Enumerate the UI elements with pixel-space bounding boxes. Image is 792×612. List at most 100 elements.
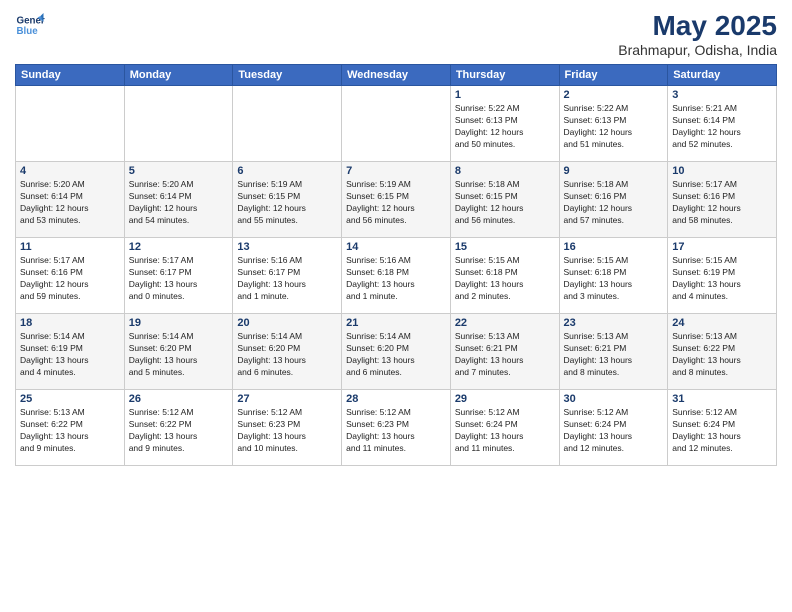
- table-row: [124, 86, 233, 162]
- day-info: Sunrise: 5:16 AM Sunset: 6:18 PM Dayligh…: [346, 255, 446, 303]
- day-info: Sunrise: 5:20 AM Sunset: 6:14 PM Dayligh…: [129, 179, 229, 227]
- table-row: 12 Sunrise: 5:17 AM Sunset: 6:17 PM Dayli…: [124, 238, 233, 314]
- day-info: Sunrise: 5:14 AM Sunset: 6:20 PM Dayligh…: [346, 331, 446, 379]
- day-number: 12: [129, 241, 229, 253]
- day-number: 3: [672, 89, 772, 101]
- day-number: 30: [564, 393, 664, 405]
- day-number: 22: [455, 317, 555, 329]
- header-saturday: Saturday: [668, 65, 777, 86]
- day-number: 23: [564, 317, 664, 329]
- day-number: 15: [455, 241, 555, 253]
- table-row: 25 Sunrise: 5:13 AM Sunset: 6:22 PM Dayli…: [16, 390, 125, 466]
- day-number: 29: [455, 393, 555, 405]
- table-row: 30 Sunrise: 5:12 AM Sunset: 6:24 PM Dayli…: [559, 390, 668, 466]
- header-friday: Friday: [559, 65, 668, 86]
- header-thursday: Thursday: [450, 65, 559, 86]
- table-row: [233, 86, 342, 162]
- table-row: 27 Sunrise: 5:12 AM Sunset: 6:23 PM Dayli…: [233, 390, 342, 466]
- day-number: 10: [672, 165, 772, 177]
- day-info: Sunrise: 5:15 AM Sunset: 6:18 PM Dayligh…: [455, 255, 555, 303]
- calendar-week-row: 4 Sunrise: 5:20 AM Sunset: 6:14 PM Daylig…: [16, 162, 777, 238]
- table-row: 2 Sunrise: 5:22 AM Sunset: 6:13 PM Daylig…: [559, 86, 668, 162]
- day-number: 9: [564, 165, 664, 177]
- logo: General Blue: [15, 10, 45, 40]
- day-info: Sunrise: 5:12 AM Sunset: 6:23 PM Dayligh…: [346, 407, 446, 455]
- day-info: Sunrise: 5:19 AM Sunset: 6:15 PM Dayligh…: [346, 179, 446, 227]
- table-row: 6 Sunrise: 5:19 AM Sunset: 6:15 PM Daylig…: [233, 162, 342, 238]
- table-row: 18 Sunrise: 5:14 AM Sunset: 6:19 PM Dayli…: [16, 314, 125, 390]
- table-row: 13Sunrise: 5:16 AM Sunset: 6:17 PM Dayli…: [233, 238, 342, 314]
- table-row: 20Sunrise: 5:14 AM Sunset: 6:20 PM Dayli…: [233, 314, 342, 390]
- day-info: Sunrise: 5:14 AM Sunset: 6:20 PM Dayligh…: [129, 331, 229, 379]
- table-row: 23Sunrise: 5:13 AM Sunset: 6:21 PM Dayli…: [559, 314, 668, 390]
- table-row: 26 Sunrise: 5:12 AM Sunset: 6:22 PM Dayli…: [124, 390, 233, 466]
- day-info: Sunrise: 5:12 AM Sunset: 6:24 PM Dayligh…: [672, 407, 772, 455]
- day-number: 25: [20, 393, 120, 405]
- day-info: Sunrise: 5:15 AM Sunset: 6:18 PM Dayligh…: [564, 255, 664, 303]
- day-number: 28: [346, 393, 446, 405]
- month-title: May 2025: [618, 10, 777, 42]
- day-info: Sunrise: 5:17 AM Sunset: 6:17 PM Dayligh…: [129, 255, 229, 303]
- header-monday: Monday: [124, 65, 233, 86]
- day-number: 14: [346, 241, 446, 253]
- table-row: 7Sunrise: 5:19 AM Sunset: 6:15 PM Daylig…: [342, 162, 451, 238]
- day-info: Sunrise: 5:14 AM Sunset: 6:20 PM Dayligh…: [237, 331, 337, 379]
- day-number: 21: [346, 317, 446, 329]
- day-number: 2: [564, 89, 664, 101]
- day-number: 16: [564, 241, 664, 253]
- table-row: 14 Sunrise: 5:16 AM Sunset: 6:18 PM Dayli…: [342, 238, 451, 314]
- location-subtitle: Brahmapur, Odisha, India: [618, 42, 777, 58]
- table-row: 16 Sunrise: 5:15 AM Sunset: 6:18 PM Dayli…: [559, 238, 668, 314]
- day-info: Sunrise: 5:18 AM Sunset: 6:15 PM Dayligh…: [455, 179, 555, 227]
- header-sunday: Sunday: [16, 65, 125, 86]
- table-row: 21 Sunrise: 5:14 AM Sunset: 6:20 PM Dayli…: [342, 314, 451, 390]
- calendar-week-row: 1Sunrise: 5:22 AM Sunset: 6:13 PM Daylig…: [16, 86, 777, 162]
- table-row: 31 Sunrise: 5:12 AM Sunset: 6:24 PM Dayli…: [668, 390, 777, 466]
- table-row: 10Sunrise: 5:17 AM Sunset: 6:16 PM Dayli…: [668, 162, 777, 238]
- title-block: May 2025 Brahmapur, Odisha, India: [618, 10, 777, 58]
- table-row: 24Sunrise: 5:13 AM Sunset: 6:22 PM Dayli…: [668, 314, 777, 390]
- day-info: Sunrise: 5:22 AM Sunset: 6:13 PM Dayligh…: [564, 103, 664, 151]
- day-info: Sunrise: 5:14 AM Sunset: 6:19 PM Dayligh…: [20, 331, 120, 379]
- weekday-header-row: Sunday Monday Tuesday Wednesday Thursday…: [16, 65, 777, 86]
- day-info: Sunrise: 5:13 AM Sunset: 6:21 PM Dayligh…: [455, 331, 555, 379]
- day-number: 6: [237, 165, 337, 177]
- day-number: 4: [20, 165, 120, 177]
- calendar-body: 1Sunrise: 5:22 AM Sunset: 6:13 PM Daylig…: [16, 86, 777, 466]
- table-row: [342, 86, 451, 162]
- calendar-week-row: 18 Sunrise: 5:14 AM Sunset: 6:19 PM Dayli…: [16, 314, 777, 390]
- calendar-container: General Blue May 2025 Brahmapur, Odisha,…: [0, 0, 792, 476]
- day-info: Sunrise: 5:12 AM Sunset: 6:22 PM Dayligh…: [129, 407, 229, 455]
- day-info: Sunrise: 5:15 AM Sunset: 6:19 PM Dayligh…: [672, 255, 772, 303]
- day-info: Sunrise: 5:19 AM Sunset: 6:15 PM Dayligh…: [237, 179, 337, 227]
- table-row: 17 Sunrise: 5:15 AM Sunset: 6:19 PM Dayli…: [668, 238, 777, 314]
- table-row: 29Sunrise: 5:12 AM Sunset: 6:24 PM Dayli…: [450, 390, 559, 466]
- table-row: 8Sunrise: 5:18 AM Sunset: 6:15 PM Daylig…: [450, 162, 559, 238]
- table-row: 15 Sunrise: 5:15 AM Sunset: 6:18 PM Dayli…: [450, 238, 559, 314]
- calendar-table: Sunday Monday Tuesday Wednesday Thursday…: [15, 64, 777, 466]
- day-number: 31: [672, 393, 772, 405]
- day-number: 26: [129, 393, 229, 405]
- day-number: 19: [129, 317, 229, 329]
- header-tuesday: Tuesday: [233, 65, 342, 86]
- table-row: 5 Sunrise: 5:20 AM Sunset: 6:14 PM Daylig…: [124, 162, 233, 238]
- calendar-week-row: 25 Sunrise: 5:13 AM Sunset: 6:22 PM Dayli…: [16, 390, 777, 466]
- logo-icon: General Blue: [15, 10, 45, 40]
- day-info: Sunrise: 5:13 AM Sunset: 6:22 PM Dayligh…: [20, 407, 120, 455]
- day-number: 27: [237, 393, 337, 405]
- day-info: Sunrise: 5:17 AM Sunset: 6:16 PM Dayligh…: [20, 255, 120, 303]
- table-row: 3Sunrise: 5:21 AM Sunset: 6:14 PM Daylig…: [668, 86, 777, 162]
- day-info: Sunrise: 5:12 AM Sunset: 6:23 PM Dayligh…: [237, 407, 337, 455]
- day-number: 13: [237, 241, 337, 253]
- table-row: 1Sunrise: 5:22 AM Sunset: 6:13 PM Daylig…: [450, 86, 559, 162]
- day-number: 18: [20, 317, 120, 329]
- table-row: [16, 86, 125, 162]
- table-row: 11 Sunrise: 5:17 AM Sunset: 6:16 PM Dayli…: [16, 238, 125, 314]
- table-row: 9Sunrise: 5:18 AM Sunset: 6:16 PM Daylig…: [559, 162, 668, 238]
- header-wednesday: Wednesday: [342, 65, 451, 86]
- calendar-week-row: 11 Sunrise: 5:17 AM Sunset: 6:16 PM Dayli…: [16, 238, 777, 314]
- day-info: Sunrise: 5:12 AM Sunset: 6:24 PM Dayligh…: [564, 407, 664, 455]
- day-number: 11: [20, 241, 120, 253]
- day-number: 17: [672, 241, 772, 253]
- day-number: 5: [129, 165, 229, 177]
